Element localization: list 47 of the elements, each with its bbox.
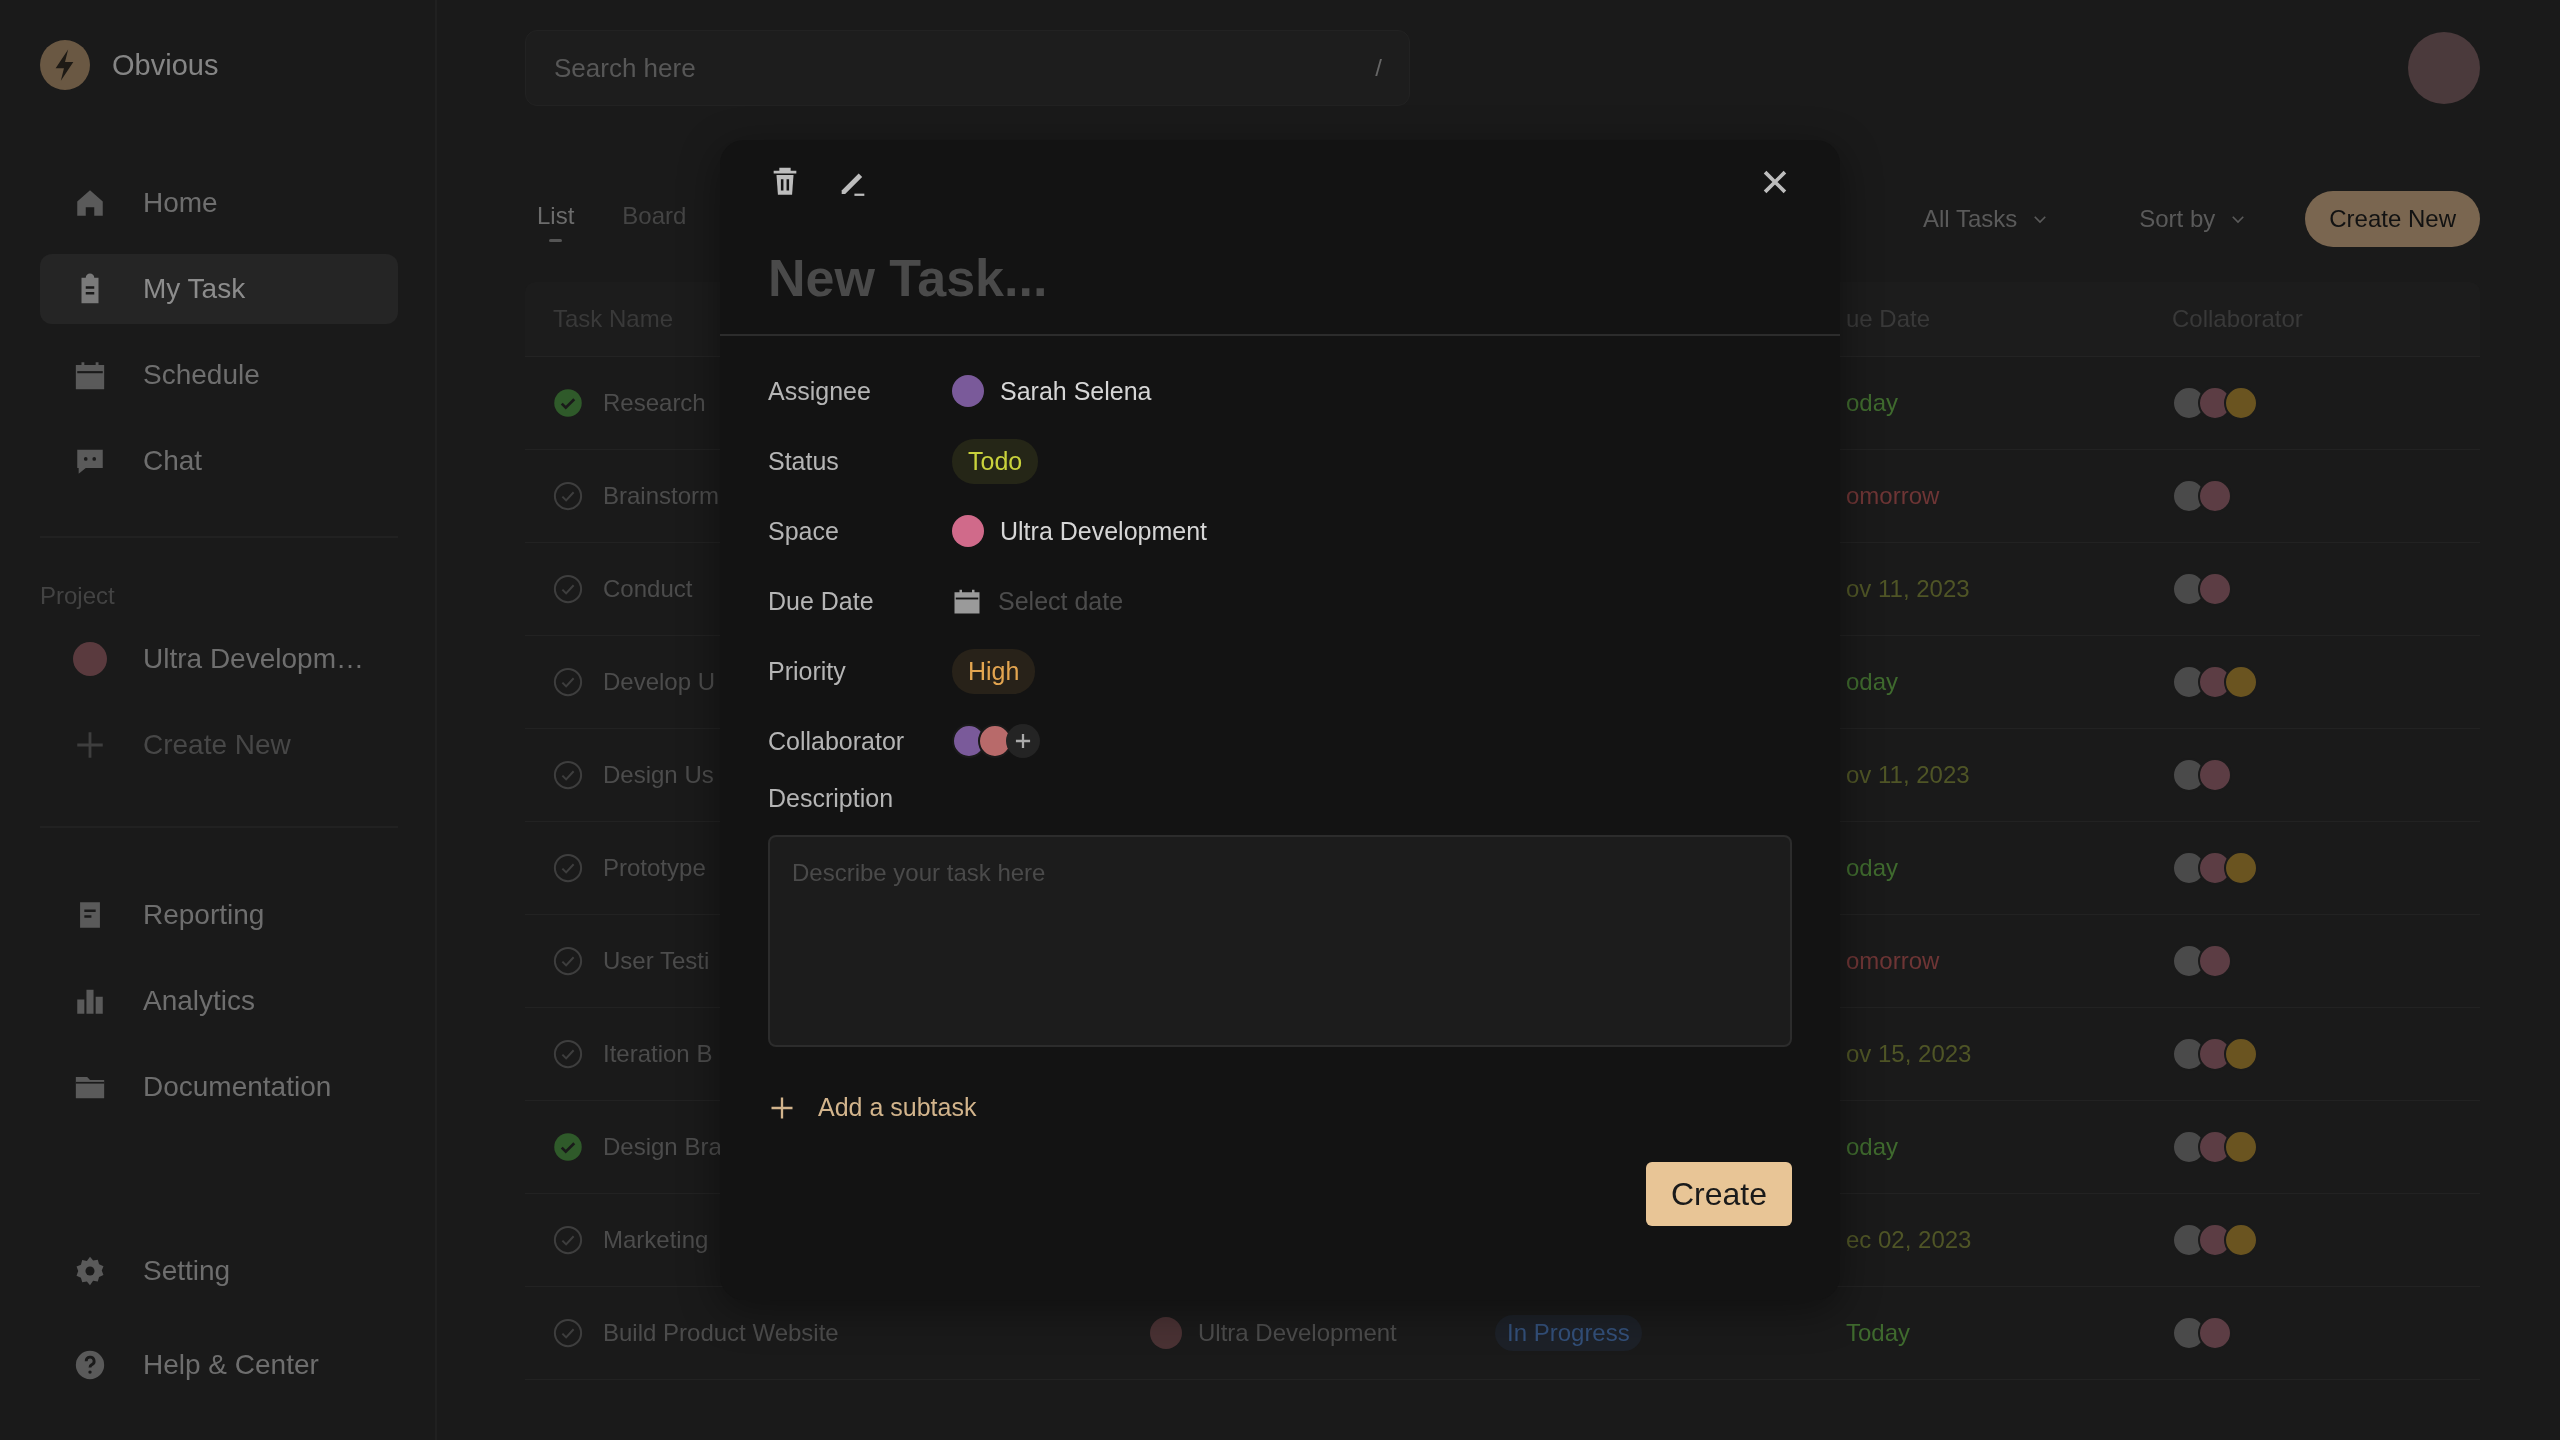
field-label: Priority [768, 656, 847, 686]
due-date: ov 11, 2023 [1846, 575, 1970, 603]
nav-item[interactable]: Home [40, 168, 398, 238]
field-label: Collaborator [768, 726, 906, 756]
due-date: oday [1846, 1133, 1899, 1161]
due-date: oday [1846, 668, 1899, 696]
due-date: omorrow [1846, 482, 1940, 510]
tag-dropdown[interactable]: High [952, 648, 1036, 694]
field-label: Space [768, 516, 840, 546]
nav-item[interactable]: My Task [40, 254, 398, 324]
due-date: oday [1846, 854, 1899, 882]
create-new-button[interactable]: Create New [2305, 191, 2480, 247]
field-label: Due Date [768, 586, 875, 616]
nav-item[interactable]: Analytics [40, 966, 398, 1036]
project-item[interactable]: Ultra Developm… [40, 624, 398, 694]
date-picker[interactable]: Select date [998, 586, 1124, 616]
avatar-icon [1150, 1317, 1182, 1349]
field-label: Description [768, 784, 895, 813]
field-label: Status [768, 446, 840, 476]
status-badge: In Progress [1495, 1315, 1642, 1351]
due-date: ec 02, 2023 [1846, 1226, 1972, 1254]
tag-dropdown[interactable]: Todo [952, 438, 1039, 484]
shortcut-hint: / [1375, 54, 1382, 82]
due-date: Today [1846, 1319, 1911, 1347]
help-icon [73, 1348, 107, 1382]
add-collaborator-icon[interactable] [1006, 724, 1040, 758]
due-date: ov 11, 2023 [1846, 761, 1970, 789]
due-date: oday [1846, 389, 1899, 417]
due-date: omorrow [1846, 947, 1940, 975]
nav-item[interactable]: Help & Center [40, 1330, 398, 1400]
view-tab[interactable]: List [537, 196, 575, 242]
app-name: Obvious [112, 48, 219, 82]
lightning-logo-icon [40, 40, 90, 90]
create-button[interactable]: Create [1646, 1162, 1792, 1226]
field-label: Assignee [768, 376, 872, 406]
field-value[interactable]: Sarah Selena [1000, 376, 1152, 406]
add-subtask-button[interactable]: Add a subtask [768, 1093, 977, 1122]
avatar-icon [73, 642, 107, 676]
filter-dropdown[interactable]: Sort by [2133, 204, 2254, 234]
nav-item[interactable]: Chat [40, 426, 398, 496]
filter-dropdown[interactable]: All Tasks [1917, 204, 2056, 234]
due-date: ov 15, 2023 [1846, 1040, 1972, 1068]
nav-item[interactable]: Reporting [40, 880, 398, 950]
nav-item[interactable]: Schedule [40, 340, 398, 410]
field-value[interactable]: Ultra Development [1000, 516, 1208, 546]
nav-item[interactable]: Documentation [40, 1052, 398, 1122]
nav-item[interactable]: Setting [40, 1236, 398, 1306]
